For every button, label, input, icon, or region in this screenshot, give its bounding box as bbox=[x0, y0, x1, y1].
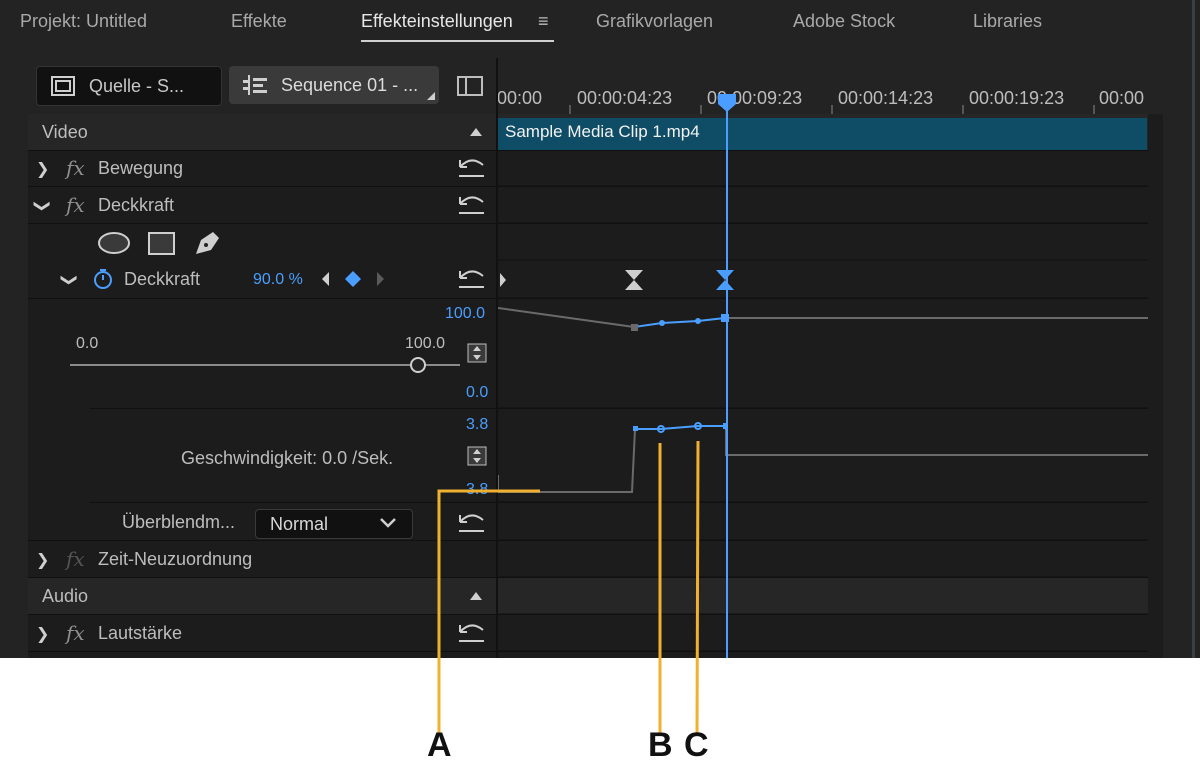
callout-a: A bbox=[427, 726, 452, 764]
callout-b: B bbox=[648, 726, 673, 764]
callout-lines bbox=[437, 440, 700, 737]
callout-c: C bbox=[684, 726, 709, 764]
